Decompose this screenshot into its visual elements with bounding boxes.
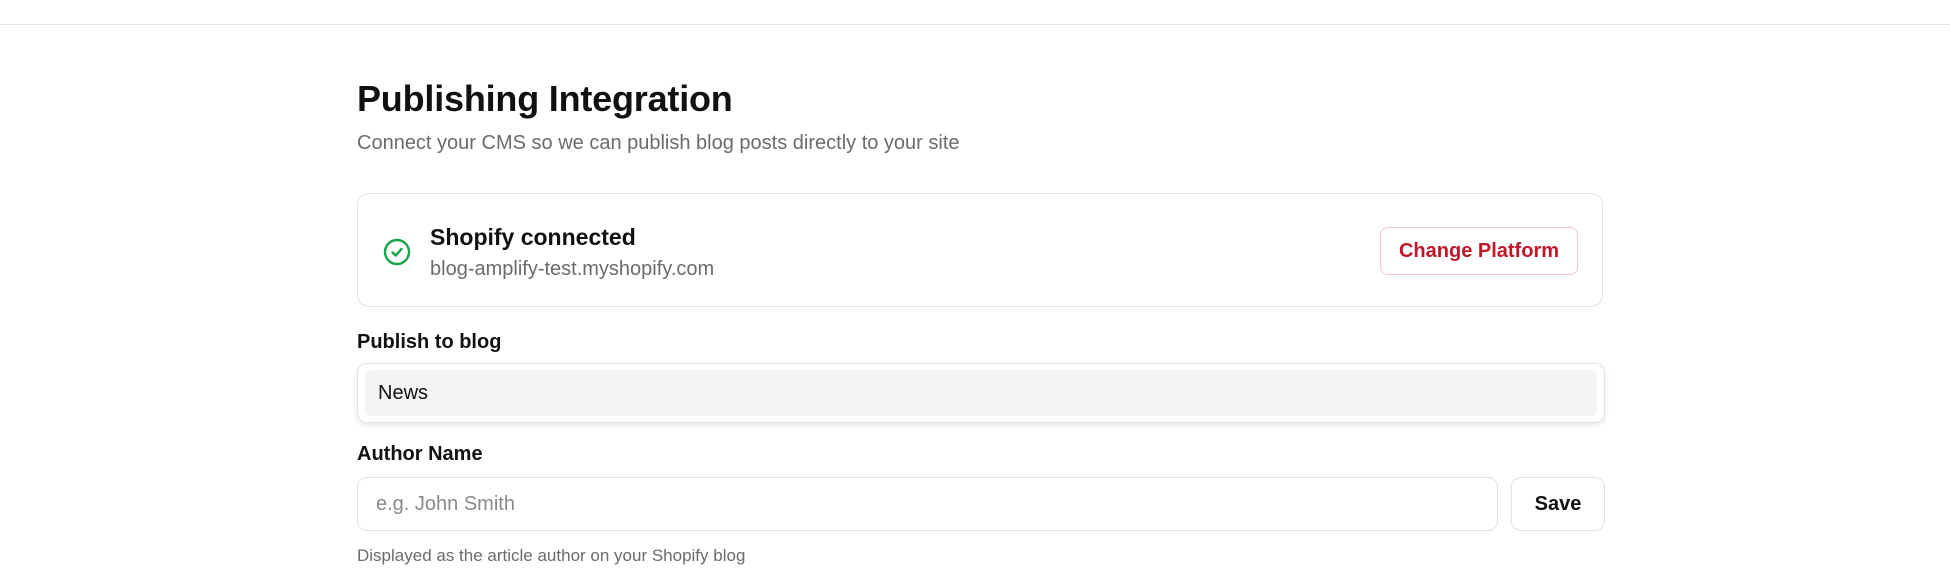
author-name-label: Author Name bbox=[357, 443, 483, 465]
top-bar bbox=[0, 0, 1950, 25]
connection-title: Shopify connected bbox=[430, 224, 636, 250]
page-subtitle: Connect your CMS so we can publish blog … bbox=[357, 132, 960, 154]
author-help-text: Displayed as the article author on your … bbox=[357, 546, 746, 565]
connection-domain: blog-amplify-test.myshopify.com bbox=[430, 258, 715, 280]
check-circle-icon bbox=[382, 237, 412, 267]
change-platform-button[interactable]: Change Platform bbox=[1380, 227, 1578, 275]
publishing-integration-section: Publishing Integration Connect your CMS … bbox=[357, 74, 1605, 565]
connection-status-card: Shopify connected blog-amplify-test.mysh… bbox=[357, 193, 1603, 307]
blog-select[interactable]: News bbox=[357, 363, 1605, 423]
save-button[interactable]: Save bbox=[1511, 477, 1605, 531]
blog-select-option-selected[interactable]: News bbox=[365, 370, 1597, 416]
author-name-input[interactable] bbox=[357, 477, 1498, 531]
page-title: Publishing Integration bbox=[357, 78, 733, 119]
publish-to-blog-label: Publish to blog bbox=[357, 331, 502, 353]
